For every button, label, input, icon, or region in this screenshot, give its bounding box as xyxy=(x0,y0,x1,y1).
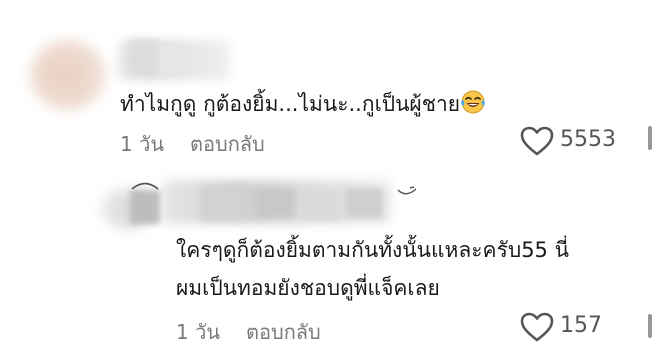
comment-text-line-1: ใครๆดูก็ต้องยิ้มตามกันทั้งนั้นแหละครับ55… xyxy=(176,238,569,262)
clipped-edge xyxy=(648,314,652,338)
timestamp: 1 วัน xyxy=(176,320,220,344)
comment-text: ทำไมกูดู กูต้องยิ้ม...ไม่นะ..กูเป็นผู้ชา… xyxy=(120,88,486,121)
avatar[interactable] xyxy=(30,40,106,110)
username-redacted xyxy=(130,190,160,224)
username-redacted xyxy=(200,186,240,220)
heart-icon[interactable] xyxy=(520,126,554,156)
reply-button[interactable]: ตอบกลับ xyxy=(246,316,321,348)
avatar-ring-icon xyxy=(131,182,159,190)
username-redacted xyxy=(158,44,188,74)
username-redacted xyxy=(300,190,340,220)
comment-text-line-2: ผมเป็นทอมยังชอบดูพี่แจ็คเลย xyxy=(176,276,440,300)
username-redacted xyxy=(130,40,158,70)
username-redacted xyxy=(345,188,383,218)
like-count: 157 xyxy=(560,313,602,338)
like-count: 5553 xyxy=(560,127,616,152)
heart-icon[interactable] xyxy=(520,312,554,342)
reply-button[interactable]: ตอบกลับ xyxy=(190,128,265,160)
username-redacted xyxy=(255,188,295,218)
tears-of-joy-emoji xyxy=(460,90,486,119)
badge-icon xyxy=(397,186,417,195)
timestamp: 1 วัน xyxy=(120,132,164,156)
comment-thread: ทำไมกูดู กูต้องยิ้ม...ไม่นะ..กูเป็นผู้ชา… xyxy=(0,0,656,352)
clipped-edge xyxy=(648,126,652,150)
